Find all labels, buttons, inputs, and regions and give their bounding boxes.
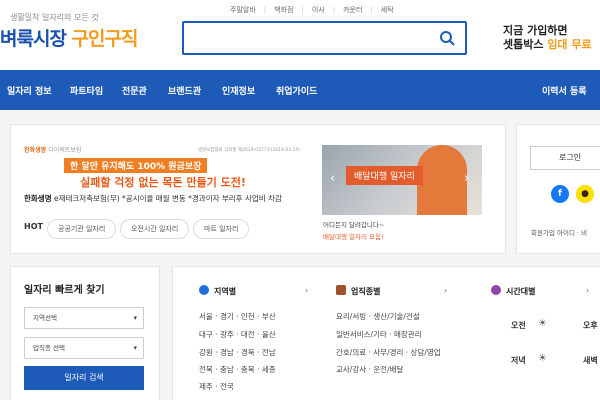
worker-image — [417, 145, 467, 215]
hot-tag[interactable]: 오전시간 일자리 — [120, 219, 190, 239]
banner-footer: 한화생명 e재테크저축보험(무) *공시이율 매월 변동 *경과이자 부리후 사… — [24, 194, 282, 203]
hot-tag[interactable]: 공공기관 일자리 — [47, 219, 117, 239]
logo[interactable]: 벼룩시장 구인구직 — [0, 24, 139, 51]
top-link[interactable]: 이사 — [301, 5, 325, 15]
region-row[interactable]: 대구 · 광주 · 대전 · 울산 — [199, 329, 276, 340]
banner-fine-print: 생명보험협회 심의필 제2019-0377호(2019.03.19) — [197, 148, 300, 153]
chevron-right-icon[interactable]: › — [305, 286, 308, 295]
main-nav: 일자리 정보 파트타임 전문관 브랜드관 인재정보 취업가이드 이력서 등록 — [0, 70, 600, 110]
banner-headline: 한 달만 유지해도 100% 원금보장 — [64, 158, 208, 173]
chevron-right-icon[interactable]: › — [586, 286, 589, 295]
nav-item-jobs[interactable]: 일자리 정보 — [7, 84, 52, 97]
top-links: 주말알바 백화점 이사 카운터 세탁 — [230, 5, 394, 15]
ad-banner[interactable]: 한화생명 다이렉트보험 생명보험협회 심의필 제2019-0377호(2019.… — [24, 145, 302, 190]
region-row[interactable]: 서울 · 경기 · 인천 · 부산 — [199, 311, 276, 322]
job-search-button[interactable]: 일자리 검색 — [24, 366, 144, 390]
header-ad[interactable]: 지금 가입하면 셋톱박스 임대 무료 — [503, 24, 592, 52]
nav-item-talent[interactable]: 인재정보 — [222, 84, 255, 97]
time-afternoon[interactable]: 오후 — [583, 320, 598, 331]
top-link[interactable]: 주말알바 — [230, 5, 256, 15]
nav-item-guide[interactable]: 취업가이드 — [276, 84, 317, 97]
region-select[interactable]: 지역선택 ▾ — [24, 307, 144, 329]
ad-line2: 셋톱박스 임대 무료 — [503, 38, 592, 51]
chevron-down-icon: ▾ — [133, 344, 137, 352]
facebook-icon[interactable]: f — [551, 185, 569, 203]
slider-next-icon[interactable]: › — [464, 171, 469, 186]
job-row[interactable]: 교사/강사 · 운전/배달 — [336, 364, 403, 375]
region-row[interactable]: 강원 · 경남 · 경북 · 전남 — [199, 347, 276, 358]
region-row[interactable]: 제주 · 전국 — [199, 381, 234, 392]
job-row[interactable]: 간호/의료 · 사무/경리 · 상담/영업 — [336, 347, 441, 358]
search-input[interactable] — [184, 23, 429, 53]
top-link[interactable]: 백화점 — [264, 5, 293, 15]
quick-search-title: 일자리 빠르게 찾기 — [24, 285, 105, 296]
nav-item-brand[interactable]: 브랜드관 — [168, 84, 201, 97]
region-row[interactable]: 전북 · 충남 · 충북 · 세종 — [199, 364, 276, 375]
clock-icon — [491, 285, 501, 295]
time-dawn[interactable]: 새벽 — [583, 355, 598, 366]
hot-label: HOT — [24, 222, 43, 231]
chevron-down-icon: ▾ — [133, 314, 137, 322]
hot-tag[interactable]: 마트 일자리 — [193, 219, 250, 239]
login-links[interactable]: 회원가입 아이디 · 비 — [531, 227, 587, 237]
location-icon — [199, 285, 209, 295]
time-evening[interactable]: 저녁 — [511, 355, 526, 366]
slider-caption-link[interactable]: 배달대행 일자리 모음! — [323, 231, 384, 241]
nav-item-special[interactable]: 전문관 — [122, 84, 147, 97]
job-title[interactable]: 업직종별 — [351, 286, 380, 297]
job-select[interactable]: 업직종 선택 ▾ — [24, 337, 144, 359]
login-button[interactable]: 로그인 — [530, 146, 600, 170]
search-box — [182, 21, 467, 55]
chevron-right-icon[interactable]: › — [444, 286, 447, 295]
logo-tagline: 생활밀착 일자리의 모든 것 — [10, 13, 99, 22]
briefcase-icon — [336, 285, 346, 295]
region-title[interactable]: 지역별 — [214, 286, 236, 297]
top-link[interactable]: 카운터 — [333, 5, 362, 15]
logo-main: 벼룩시장 — [0, 28, 67, 50]
ad-line1: 지금 가입하면 — [503, 24, 568, 37]
sunrise-icon: ☀ — [538, 318, 547, 329]
sunset-icon: ☀ — [538, 353, 547, 364]
ad-highlight: 임대 무료 — [547, 38, 592, 51]
promo-slider[interactable]: ‹ 배달대행 일자리 › — [322, 145, 482, 215]
banner-subhead: 실패할 걱정 없는 목돈 만들기 도전! — [80, 176, 246, 189]
search-icon[interactable] — [439, 30, 455, 46]
time-title[interactable]: 시간대별 — [506, 286, 535, 297]
nav-item-resume-register[interactable]: 이력서 등록 — [542, 84, 587, 97]
slider-prev-icon[interactable]: ‹ — [330, 171, 335, 186]
job-row[interactable]: 일반서비스/기타 · 매장관리 — [336, 329, 422, 340]
slider-caption: 어디든지 달려갑니다~ — [323, 221, 385, 229]
slider-label: 배달대행 일자리 — [346, 166, 423, 185]
nav-item-parttime[interactable]: 파트타임 — [70, 84, 103, 97]
header: 주말알바 백화점 이사 카운터 세탁 생활밀착 일자리의 모든 것 벼룩시장 구… — [0, 0, 600, 70]
job-row[interactable]: 요리/서빙 · 생산/기술/건설 — [336, 311, 420, 322]
kakao-icon[interactable]: ● — [576, 185, 594, 203]
logo-accent: 구인구직 — [71, 28, 139, 50]
time-morning[interactable]: 오전 — [511, 320, 526, 331]
top-link[interactable]: 세탁 — [370, 5, 394, 15]
